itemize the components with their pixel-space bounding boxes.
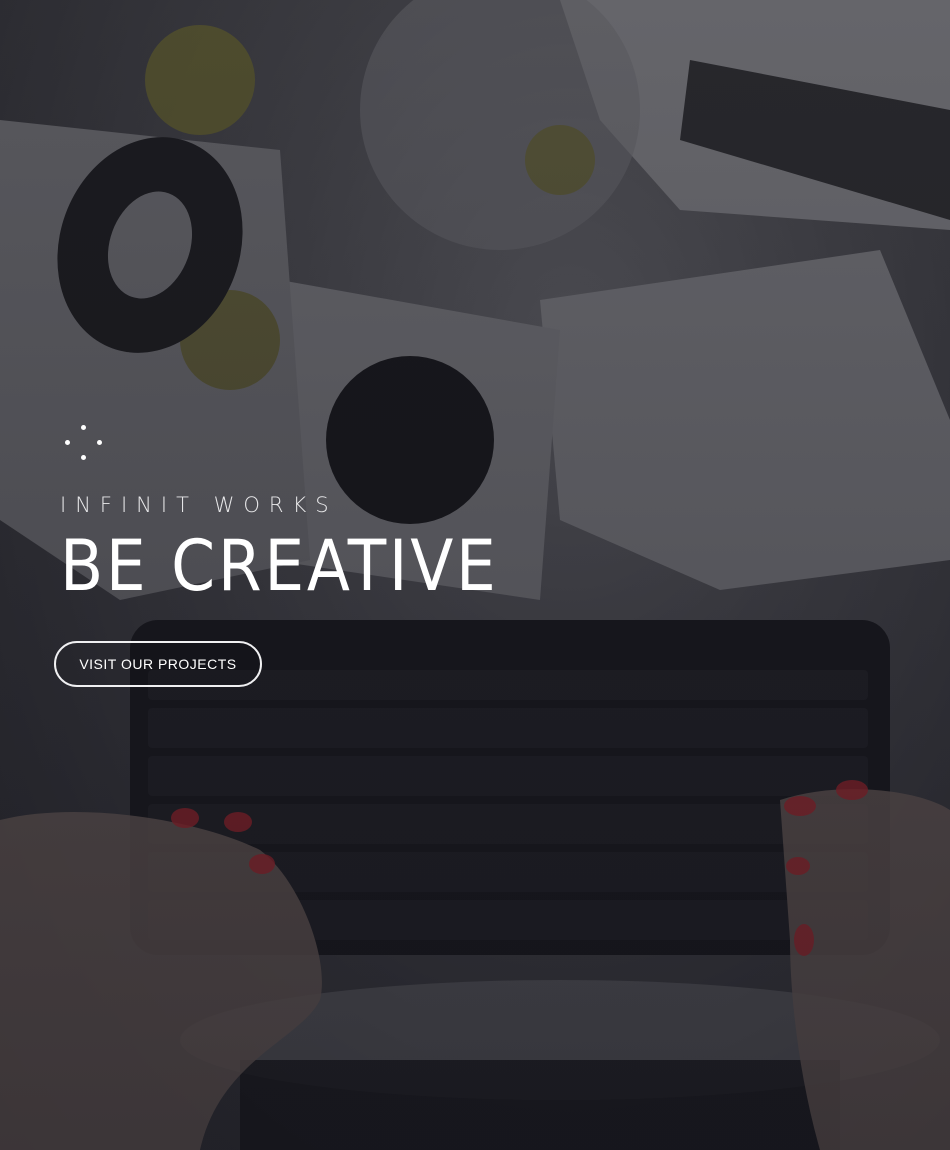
hero-headline: BE CREATIVE (60, 525, 499, 607)
brand-eyebrow: INFINIT WORKS (60, 493, 338, 517)
visit-projects-button[interactable]: VISIT OUR PROJECTS (54, 641, 262, 687)
hero-section: INFINIT WORKS BE CREATIVE VISIT OUR PROJ… (0, 0, 950, 1150)
hero-content: INFINIT WORKS BE CREATIVE VISIT OUR PROJ… (54, 425, 547, 687)
spinner-dots-icon (62, 425, 102, 465)
